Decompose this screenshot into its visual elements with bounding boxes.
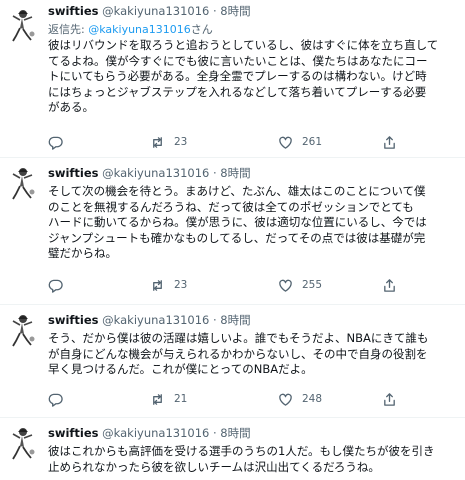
handle-time[interactable]: @kakiyuna131016 · 8時間 — [102, 313, 250, 327]
tweet-separator — [0, 304, 465, 305]
author-name[interactable]: swifties — [48, 4, 99, 18]
like-count: 261 — [302, 136, 323, 148]
like-icon — [279, 279, 292, 292]
retweet-count: 23 — [174, 279, 188, 291]
like-button[interactable]: 261 — [278, 134, 322, 150]
like-icon — [279, 393, 292, 406]
like-icon — [279, 136, 292, 149]
avatar[interactable] — [6, 8, 38, 42]
reply-button[interactable] — [48, 391, 72, 407]
avatar[interactable] — [6, 313, 38, 347]
handle-time[interactable]: @kakiyuna131016 · 8時間 — [102, 4, 250, 18]
share-icon — [384, 392, 395, 406]
tweet-actions: 21 248 — [48, 391, 408, 407]
tweet-actions: 23 255 — [48, 277, 408, 293]
reply-label: 返信先: — [48, 23, 85, 36]
share-button[interactable] — [382, 134, 397, 150]
share-button[interactable] — [382, 277, 397, 293]
avatar[interactable] — [6, 426, 38, 460]
share-icon — [384, 135, 395, 149]
tweet-separator — [0, 417, 465, 418]
reply-button[interactable] — [48, 277, 72, 293]
like-button[interactable]: 248 — [278, 391, 322, 407]
share-icon — [384, 278, 395, 292]
retweet-count: 23 — [174, 136, 188, 148]
tweet-text: そう、だから僕は彼の活躍は嬉しいよ。誰でもそうだよ、NBAにきて誰も が自身にど… — [48, 331, 429, 376]
reply-suffix: さん — [190, 23, 213, 36]
retweet-button[interactable]: 23 — [150, 277, 187, 293]
retweet-button[interactable]: 23 — [150, 134, 187, 150]
author-name[interactable]: swifties — [48, 313, 99, 327]
tweet-header: swifties @kakiyuna131016 · 8時間 — [48, 4, 251, 18]
tweet-text: 彼はこれからも高評価を受ける選手のうちの1人だ。もし僕たちが彼を引き 止められな… — [48, 444, 435, 474]
tweet-actions: 23 261 — [48, 134, 408, 150]
reply-icon — [48, 393, 63, 407]
tweet-text: そして次の機会を待とう。まあけど、たぶん、雄太はこのことについて僕 のことを無視… — [48, 184, 427, 260]
handle-time[interactable]: @kakiyuna131016 · 8時間 — [102, 426, 250, 440]
reply-icon — [48, 279, 63, 293]
like-count: 255 — [302, 279, 323, 291]
reply-context: 返信先: @kakiyuna131016さん — [48, 21, 213, 37]
retweet-button[interactable]: 21 — [150, 391, 187, 407]
retweet-icon — [153, 136, 162, 148]
retweet-count: 21 — [174, 393, 188, 405]
like-button[interactable]: 255 — [278, 277, 322, 293]
tweet-header: swifties @kakiyuna131016 · 8時間 — [48, 313, 251, 327]
author-name[interactable]: swifties — [48, 166, 99, 180]
retweet-icon — [153, 279, 162, 291]
handle-time[interactable]: @kakiyuna131016 · 8時間 — [102, 166, 250, 180]
share-button[interactable] — [382, 391, 397, 407]
reply-target-link[interactable]: @kakiyuna131016 — [88, 23, 191, 36]
retweet-icon — [153, 393, 162, 405]
tweet-text: 彼はリバウンドを取ろうと追おうとしているし、彼はすぐに体を立ち直して てるよね。… — [48, 38, 439, 114]
reply-icon — [48, 136, 63, 150]
avatar[interactable] — [6, 166, 38, 200]
tweet-header: swifties @kakiyuna131016 · 8時間 — [48, 166, 251, 180]
like-count: 248 — [302, 393, 323, 405]
reply-button[interactable] — [48, 134, 72, 150]
author-name[interactable]: swifties — [48, 426, 99, 440]
tweet-separator — [0, 157, 465, 158]
tweet-header: swifties @kakiyuna131016 · 8時間 — [48, 426, 251, 440]
